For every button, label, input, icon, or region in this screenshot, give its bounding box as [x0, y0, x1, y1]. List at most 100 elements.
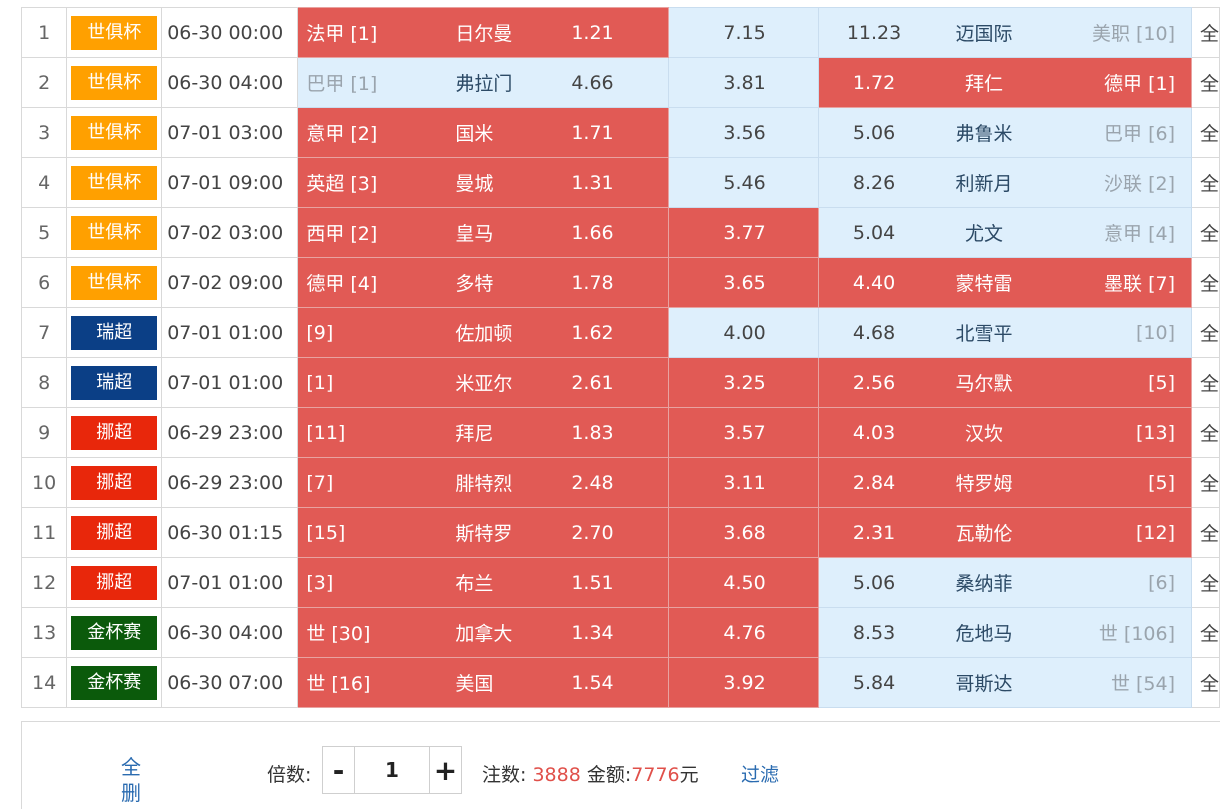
league-cell: 世俱杯 [66, 207, 163, 258]
match-row: 14 金杯赛 06-30 07:00 世 [16] 美国 1.54 3.92 5.84 哥斯达 世… [20, 657, 1220, 708]
away-win-option[interactable]: 8.53 危地马 世 [106] [818, 607, 1192, 658]
away-team: 北雪平 [955, 323, 1013, 345]
clear-all-button[interactable]: 全删 [119, 754, 143, 806]
home-win-option[interactable]: 英超 [3] 曼城 1.31 [297, 157, 670, 208]
home-win-option[interactable]: [7] 腓特烈 2.48 [297, 457, 670, 508]
draw-option[interactable]: 7.15 [668, 7, 820, 58]
match-time: 06-30 00:00 [161, 7, 299, 58]
all-options-toggle[interactable]: 全 [1190, 207, 1220, 258]
league-badge[interactable]: 挪超 [71, 415, 158, 450]
draw-option[interactable]: 3.92 [668, 657, 820, 708]
home-team: 国米 [455, 123, 494, 145]
home-odd: 2.48 [571, 471, 614, 494]
all-options-toggle[interactable]: 全 [1190, 57, 1220, 108]
increase-button[interactable]: + [429, 747, 461, 793]
draw-option[interactable]: 3.25 [668, 357, 820, 408]
league-cell: 世俱杯 [66, 57, 163, 108]
all-options-toggle[interactable]: 全 [1190, 507, 1220, 558]
away-win-option[interactable]: 5.06 弗鲁米 巴甲 [6] [818, 107, 1192, 158]
league-badge[interactable]: 瑞超 [71, 315, 158, 350]
all-options-toggle[interactable]: 全 [1190, 107, 1220, 158]
multiplier-input[interactable] [355, 747, 429, 793]
away-win-option[interactable]: 2.84 特罗姆 [5] [818, 457, 1192, 508]
away-win-option[interactable]: 1.72 拜仁 德甲 [1] [818, 57, 1192, 108]
league-badge[interactable]: 世俱杯 [71, 15, 158, 50]
home-win-option[interactable]: [9] 佐加顿 1.62 [297, 307, 670, 358]
draw-option[interactable]: 4.76 [668, 607, 820, 658]
away-win-option[interactable]: 2.31 瓦勒伦 [12] [818, 507, 1192, 558]
home-win-option[interactable]: [3] 布兰 1.51 [297, 557, 670, 608]
away-win-option[interactable]: 5.06 桑纳菲 [6] [818, 557, 1192, 608]
row-number: 8 [20, 357, 68, 408]
away-rank: 墨联 [7] [1104, 273, 1176, 295]
home-win-option[interactable]: 世 [30] 加拿大 1.34 [297, 607, 670, 658]
home-win-option[interactable]: 意甲 [2] 国米 1.71 [297, 107, 670, 158]
draw-option[interactable]: 5.46 [668, 157, 820, 208]
draw-option[interactable]: 3.68 [668, 507, 820, 558]
all-options-toggle[interactable]: 全 [1190, 457, 1220, 508]
away-win-option[interactable]: 5.04 尤文 意甲 [4] [818, 207, 1192, 258]
home-win-option[interactable]: 法甲 [1] 日尔曼 1.21 [297, 7, 670, 58]
league-badge[interactable]: 瑞超 [71, 365, 158, 400]
draw-option[interactable]: 3.77 [668, 207, 820, 258]
league-badge[interactable]: 挪超 [71, 465, 158, 500]
league-cell: 世俱杯 [66, 257, 163, 308]
all-options-toggle[interactable]: 全 [1190, 307, 1220, 358]
all-options-toggle[interactable]: 全 [1190, 357, 1220, 408]
draw-option[interactable]: 3.65 [668, 257, 820, 308]
home-win-option[interactable]: [1] 米亚尔 2.61 [297, 357, 670, 408]
away-win-option[interactable]: 4.40 蒙特雷 墨联 [7] [818, 257, 1192, 308]
league-cell: 金杯赛 [66, 607, 163, 658]
away-win-option[interactable]: 5.84 哥斯达 世 [54] [818, 657, 1192, 708]
row-number: 4 [20, 157, 68, 208]
league-badge[interactable]: 挪超 [71, 565, 158, 600]
draw-option[interactable]: 4.50 [668, 557, 820, 608]
home-win-option[interactable]: 世 [16] 美国 1.54 [297, 657, 670, 708]
league-badge[interactable]: 金杯赛 [71, 665, 158, 700]
home-rank: 西甲 [2] [306, 223, 378, 245]
match-time: 06-30 04:00 [161, 57, 299, 108]
away-team: 特罗姆 [955, 473, 1013, 495]
match-time: 07-02 03:00 [161, 207, 299, 258]
home-win-option[interactable]: 巴甲 [1] 弗拉门 4.66 [297, 57, 670, 108]
all-options-toggle[interactable]: 全 [1190, 7, 1220, 58]
league-badge[interactable]: 世俱杯 [71, 115, 158, 150]
away-win-option[interactable]: 11.23 迈国际 美职 [10] [818, 7, 1192, 58]
row-number: 9 [20, 407, 68, 458]
home-win-option[interactable]: [11] 拜尼 1.83 [297, 407, 670, 458]
away-team: 蒙特雷 [955, 273, 1013, 295]
all-options-toggle[interactable]: 全 [1190, 157, 1220, 208]
draw-option[interactable]: 3.56 [668, 107, 820, 158]
league-badge[interactable]: 挪超 [71, 515, 158, 550]
all-options-toggle[interactable]: 全 [1190, 657, 1220, 708]
home-rank: [11] [306, 421, 346, 444]
league-cell: 世俱杯 [66, 107, 163, 158]
draw-option[interactable]: 3.81 [668, 57, 820, 108]
league-badge[interactable]: 世俱杯 [71, 165, 158, 200]
draw-option[interactable]: 4.00 [668, 307, 820, 358]
home-team: 米亚尔 [455, 373, 513, 395]
league-badge[interactable]: 金杯赛 [71, 615, 158, 650]
home-win-option[interactable]: 西甲 [2] 皇马 1.66 [297, 207, 670, 258]
home-win-option[interactable]: [15] 斯特罗 2.70 [297, 507, 670, 558]
all-options-toggle[interactable]: 全 [1190, 407, 1220, 458]
match-row: 1 世俱杯 06-30 00:00 法甲 [1] 日尔曼 1.21 7.15 11.23 迈国际… [20, 7, 1220, 58]
home-win-option[interactable]: 德甲 [4] 多特 1.78 [297, 257, 670, 308]
draw-option[interactable]: 3.57 [668, 407, 820, 458]
decrease-button[interactable]: - [323, 747, 355, 793]
league-badge[interactable]: 世俱杯 [71, 215, 158, 250]
league-badge[interactable]: 世俱杯 [71, 65, 158, 100]
all-options-toggle[interactable]: 全 [1190, 557, 1220, 608]
filter-link[interactable]: 过滤 [741, 760, 779, 787]
away-win-option[interactable]: 4.03 汉坎 [13] [818, 407, 1192, 458]
all-options-toggle[interactable]: 全 [1190, 607, 1220, 658]
home-odd: 1.34 [571, 621, 614, 644]
away-win-option[interactable]: 2.56 马尔默 [5] [818, 357, 1192, 408]
draw-option[interactable]: 3.11 [668, 457, 820, 508]
away-team: 弗鲁米 [955, 123, 1013, 145]
all-options-toggle[interactable]: 全 [1190, 257, 1220, 308]
league-badge[interactable]: 世俱杯 [71, 265, 158, 300]
draw-odd: 3.81 [723, 71, 766, 94]
away-win-option[interactable]: 4.68 北雪平 [10] [818, 307, 1192, 358]
away-win-option[interactable]: 8.26 利新月 沙联 [2] [818, 157, 1192, 208]
